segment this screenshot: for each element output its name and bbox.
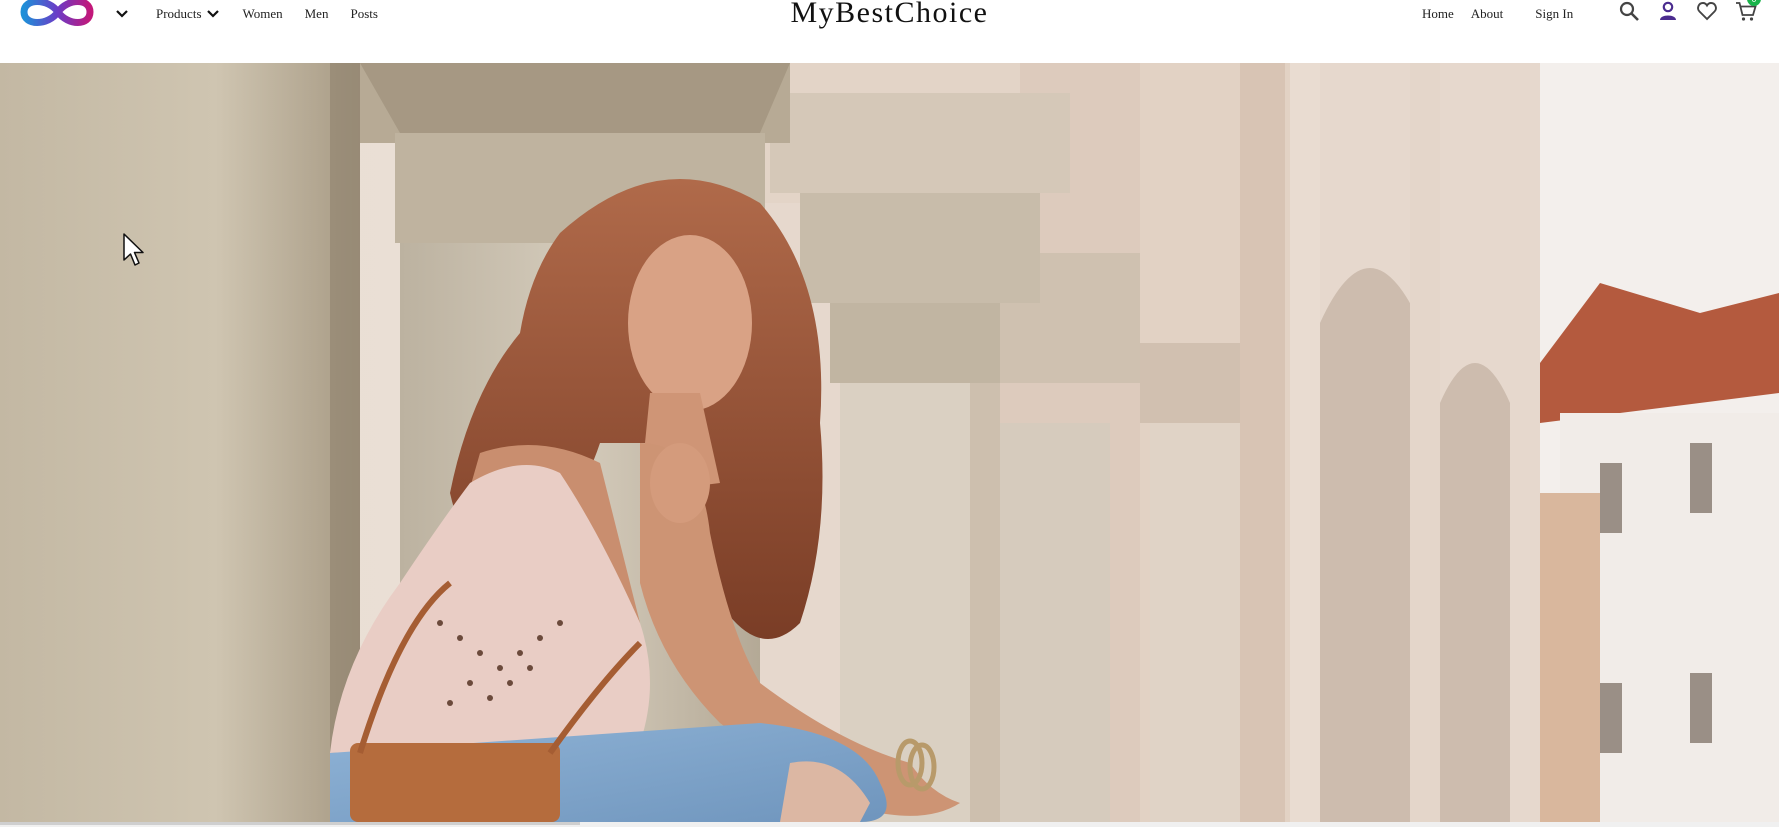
chevron-down-icon [206, 10, 219, 18]
search-icon[interactable] [1618, 0, 1640, 22]
nav-posts[interactable]: Posts [350, 6, 377, 22]
mouse-cursor [123, 233, 144, 266]
hero-image [0, 63, 1779, 822]
primary-nav: Products Women Men Posts [114, 4, 400, 24]
nav-women[interactable]: Women [243, 6, 283, 22]
site-header: Products Women Men Posts MyBestChoice Ho… [0, 0, 1779, 63]
nav-men[interactable]: Men [305, 6, 329, 22]
nav-about-label: About [1470, 6, 1504, 21]
nav-sign-in[interactable]: Sign In [1535, 6, 1573, 22]
scrollbar-thumb[interactable] [0, 822, 580, 825]
nav-posts-label: Posts [350, 6, 378, 21]
nav-sign-in-label: Sign In [1535, 6, 1574, 21]
nav-men-label: Men [304, 6, 329, 21]
chevron-down-icon [116, 10, 128, 18]
nav-products-label: Products [156, 6, 202, 21]
cart-button[interactable]: 0 [1735, 0, 1761, 22]
heart-icon[interactable] [1696, 0, 1718, 22]
nav-women-label: Women [242, 6, 283, 21]
nav-about[interactable]: About [1471, 6, 1504, 22]
nav-products[interactable]: Products [156, 6, 221, 22]
nav-home-label: Home [1422, 6, 1454, 21]
secondary-nav: Home About Sign In [1422, 4, 1573, 24]
menu-toggle[interactable] [114, 6, 130, 22]
brand-logo[interactable] [18, 0, 96, 32]
nav-home[interactable]: Home [1422, 6, 1454, 22]
horizontal-scrollbar[interactable] [0, 822, 1779, 827]
user-icon[interactable] [1657, 0, 1679, 22]
